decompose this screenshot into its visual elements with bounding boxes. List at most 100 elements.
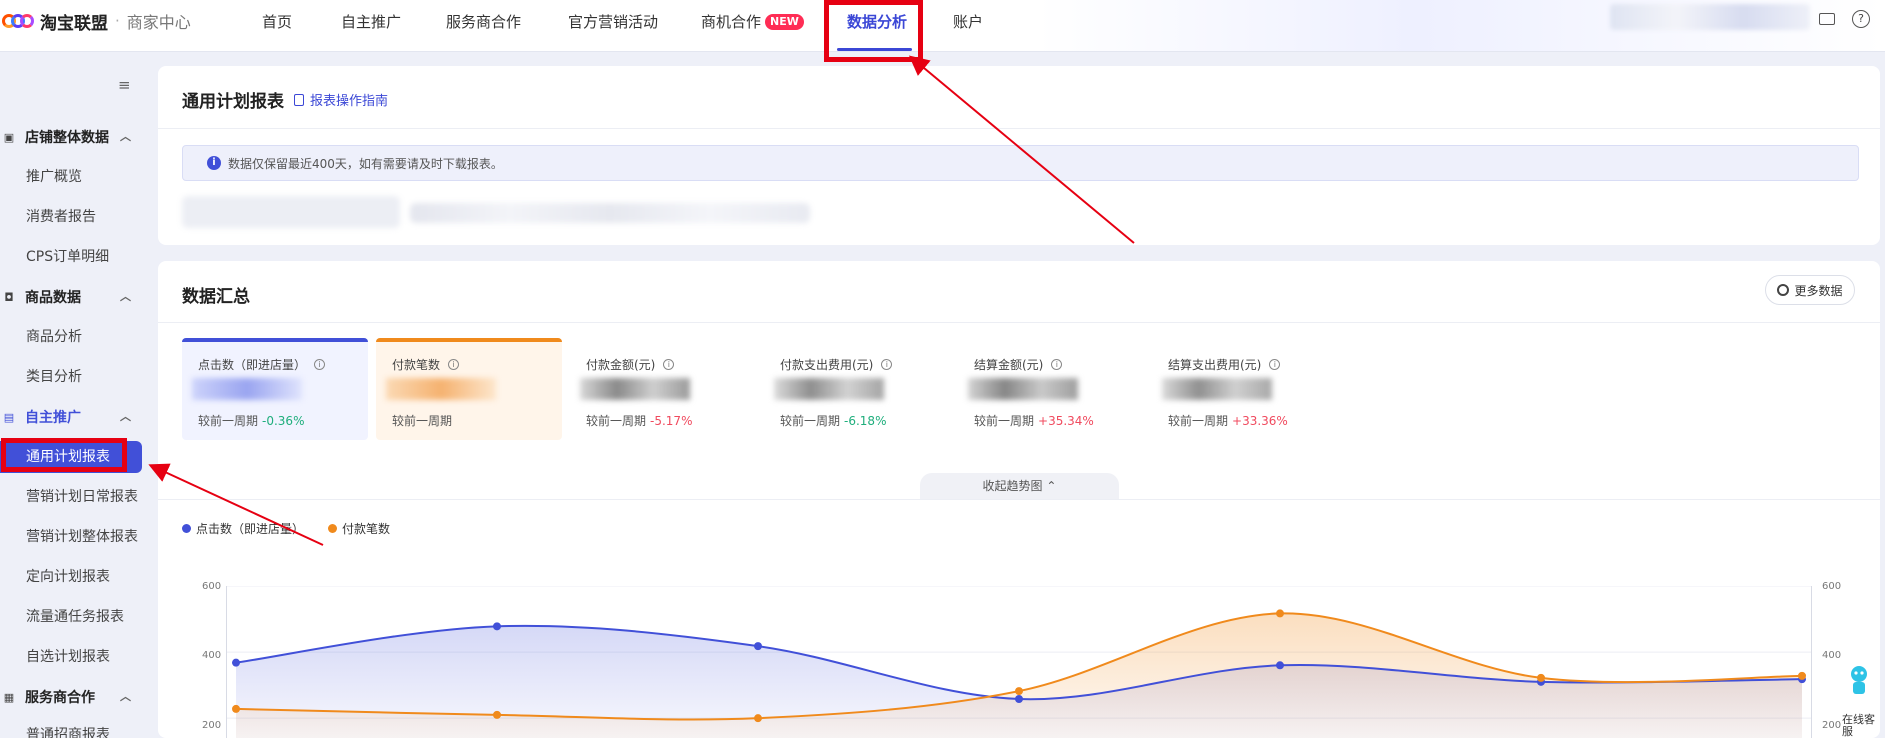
- info-circle-icon[interactable]: i: [1269, 359, 1281, 370]
- data-point-clicks[interactable]: [1276, 661, 1284, 670]
- metric-compare: 较前一周期 +33.36%: [1168, 412, 1288, 429]
- metric-payment-amount[interactable]: 付款金额(元) i 较前一周期 -5.17%: [570, 338, 756, 440]
- bag-icon: ◘: [4, 290, 14, 304]
- divider: [158, 128, 1880, 129]
- brand-logo[interactable]: 淘宝联盟 · 商家中心: [2, 10, 191, 34]
- more-data-label: 更多数据: [1794, 283, 1843, 298]
- sidebar: ≡: [0, 52, 145, 738]
- report-guide-link[interactable]: 报表操作指南: [294, 90, 388, 109]
- chevron-up-icon: ︿: [120, 130, 131, 143]
- sidebar-item-custom-plan-report[interactable]: 自选计划报表: [26, 646, 110, 668]
- online-support-label: 在线客服: [1842, 713, 1875, 738]
- data-point-payments[interactable]: [1276, 609, 1284, 618]
- data-point-clicks[interactable]: [493, 622, 501, 631]
- sidebar-item-merchant-report[interactable]: 普通招商报表: [26, 724, 110, 738]
- metric-change: -0.36%: [262, 414, 305, 428]
- data-point-payments[interactable]: [754, 714, 762, 723]
- info-circle-icon[interactable]: i: [881, 359, 893, 370]
- menu-collapse-icon[interactable]: ≡: [118, 78, 132, 93]
- metric-label-text: 付款笔数: [392, 358, 441, 372]
- sidebar-item-promotion-overview[interactable]: 推广概览: [26, 166, 82, 188]
- sidebar-item-traffic-task-report[interactable]: 流量通任务报表: [26, 606, 124, 628]
- online-support-assistant[interactable]: 在线客服: [1838, 664, 1882, 738]
- metric-payment-expense[interactable]: 付款支出费用(元) i 较前一周期 -6.18%: [764, 338, 950, 440]
- page-title: 通用计划报表: [182, 92, 284, 112]
- info-circle-icon[interactable]: i: [1051, 359, 1063, 370]
- sidebar-group-self-promotion[interactable]: ▤ 自主推广 ︿: [0, 406, 131, 428]
- nav-business-opportunity-label: 商机合作: [701, 13, 762, 31]
- trend-chart[interactable]: [226, 586, 1812, 738]
- chevron-up-icon: ︿: [120, 290, 131, 303]
- mail-icon[interactable]: [1819, 13, 1835, 25]
- compare-prefix: 较前一周期: [198, 414, 259, 428]
- nav-official-campaigns[interactable]: 官方营销活动: [568, 11, 658, 33]
- metric-label-text: 点击数（即进店量）: [198, 358, 307, 372]
- sidebar-group-label: 服务商合作: [25, 690, 95, 706]
- metric-settlement-expense[interactable]: 结算支出费用(元) i 较前一周期 +33.36%: [1152, 338, 1338, 440]
- sidebar-item-marketing-daily-report[interactable]: 营销计划日常报表: [26, 486, 138, 508]
- data-point-clicks[interactable]: [232, 658, 240, 667]
- robot-icon: [1851, 666, 1867, 694]
- data-point-clicks[interactable]: [1015, 695, 1023, 704]
- metric-label: 点击数（即进店量） i: [198, 356, 326, 373]
- metric-compare: 较前一周期 +35.34%: [974, 412, 1094, 429]
- nav-service-partner[interactable]: 服务商合作: [446, 11, 521, 33]
- metric-label: 结算金额(元) i: [974, 356, 1063, 373]
- y2-tick-label: 400: [1822, 650, 1842, 661]
- sidebar-item-targeted-plan-report[interactable]: 定向计划报表: [26, 566, 110, 588]
- sidebar-group-product-data[interactable]: ◘ 商品数据 ︿: [0, 286, 131, 308]
- data-point-payments[interactable]: [493, 710, 501, 719]
- legend-clicks[interactable]: 点击数（即进店量）: [182, 520, 304, 537]
- metric-label: 付款支出费用(元) i: [780, 356, 893, 373]
- info-circle-icon[interactable]: i: [314, 359, 326, 370]
- data-point-payments[interactable]: [1015, 687, 1023, 696]
- nav-self-promotion[interactable]: 自主推广: [341, 11, 401, 33]
- legend-payments[interactable]: 付款笔数: [328, 520, 390, 537]
- chevron-up-icon: ︿: [120, 410, 131, 423]
- metric-change: -5.17%: [650, 414, 693, 428]
- data-point-clicks[interactable]: [754, 642, 762, 651]
- data-point-payments[interactable]: [232, 704, 240, 713]
- nav-business-opportunity[interactable]: 商机合作 NEW: [701, 11, 804, 33]
- nav-home[interactable]: 首页: [262, 11, 292, 33]
- metric-value-blurred: [774, 378, 884, 400]
- info-icon: i: [207, 156, 221, 170]
- help-icon[interactable]: ?: [1852, 10, 1870, 28]
- sidebar-item-marketing-overall-report[interactable]: 营销计划整体报表: [26, 526, 138, 548]
- metric-label: 付款笔数 i: [392, 356, 460, 373]
- metric-payments[interactable]: 付款笔数 i 较前一周期: [376, 338, 562, 440]
- info-circle-icon[interactable]: i: [663, 359, 675, 370]
- y-tick-label: 400: [202, 650, 222, 661]
- sidebar-group-service-partner[interactable]: ▦ 服务商合作 ︿: [0, 686, 131, 708]
- y-tick-label: 200: [202, 720, 222, 731]
- more-data-button[interactable]: 更多数据: [1765, 275, 1855, 305]
- filter-options-blurred[interactable]: [410, 203, 810, 223]
- sidebar-group-label: 自主推广: [25, 410, 81, 426]
- user-info-blurred[interactable]: [1610, 4, 1810, 30]
- sidebar-item-cps-orders[interactable]: CPS订单明细: [26, 246, 109, 268]
- metric-value-blurred: [1162, 378, 1272, 400]
- metric-label-text: 付款支出费用(元): [780, 358, 874, 372]
- collapse-trend-button[interactable]: 收起趋势图 ⌃: [920, 473, 1119, 499]
- sidebar-item-product-analysis[interactable]: 商品分析: [26, 326, 82, 348]
- metric-label-text: 付款金额(元): [586, 358, 656, 372]
- sidebar-item-category-analysis[interactable]: 类目分析: [26, 366, 82, 388]
- annotation-highlight-nav: [824, 0, 923, 62]
- nav-account[interactable]: 账户: [953, 11, 983, 33]
- plan-selector-blurred[interactable]: [182, 196, 400, 228]
- book-icon: [294, 93, 304, 106]
- metric-label: 付款金额(元) i: [586, 356, 675, 373]
- y-tick-label: 600: [202, 581, 222, 592]
- info-circle-icon[interactable]: i: [448, 359, 460, 370]
- notice-text: 数据仅保留最近400天，如有需要请及时下载报表。: [228, 156, 503, 171]
- sidebar-group-label: 商品数据: [25, 290, 81, 306]
- sidebar-item-consumer-report[interactable]: 消费者报告: [26, 206, 96, 228]
- data-point-payments[interactable]: [1798, 671, 1806, 680]
- metric-settlement-amount[interactable]: 结算金额(元) i 较前一周期 +35.34%: [958, 338, 1144, 440]
- legend-label: 点击数（即进店量）: [196, 522, 305, 536]
- data-point-payments[interactable]: [1537, 673, 1545, 682]
- metric-compare: 较前一周期 -5.17%: [586, 412, 692, 429]
- sidebar-group-store-data[interactable]: ▣ 店铺整体数据 ︿: [0, 126, 131, 148]
- metric-clicks[interactable]: 点击数（即进店量） i 较前一周期 -0.36%: [182, 338, 368, 440]
- sidebar-group-label: 店铺整体数据: [25, 130, 109, 146]
